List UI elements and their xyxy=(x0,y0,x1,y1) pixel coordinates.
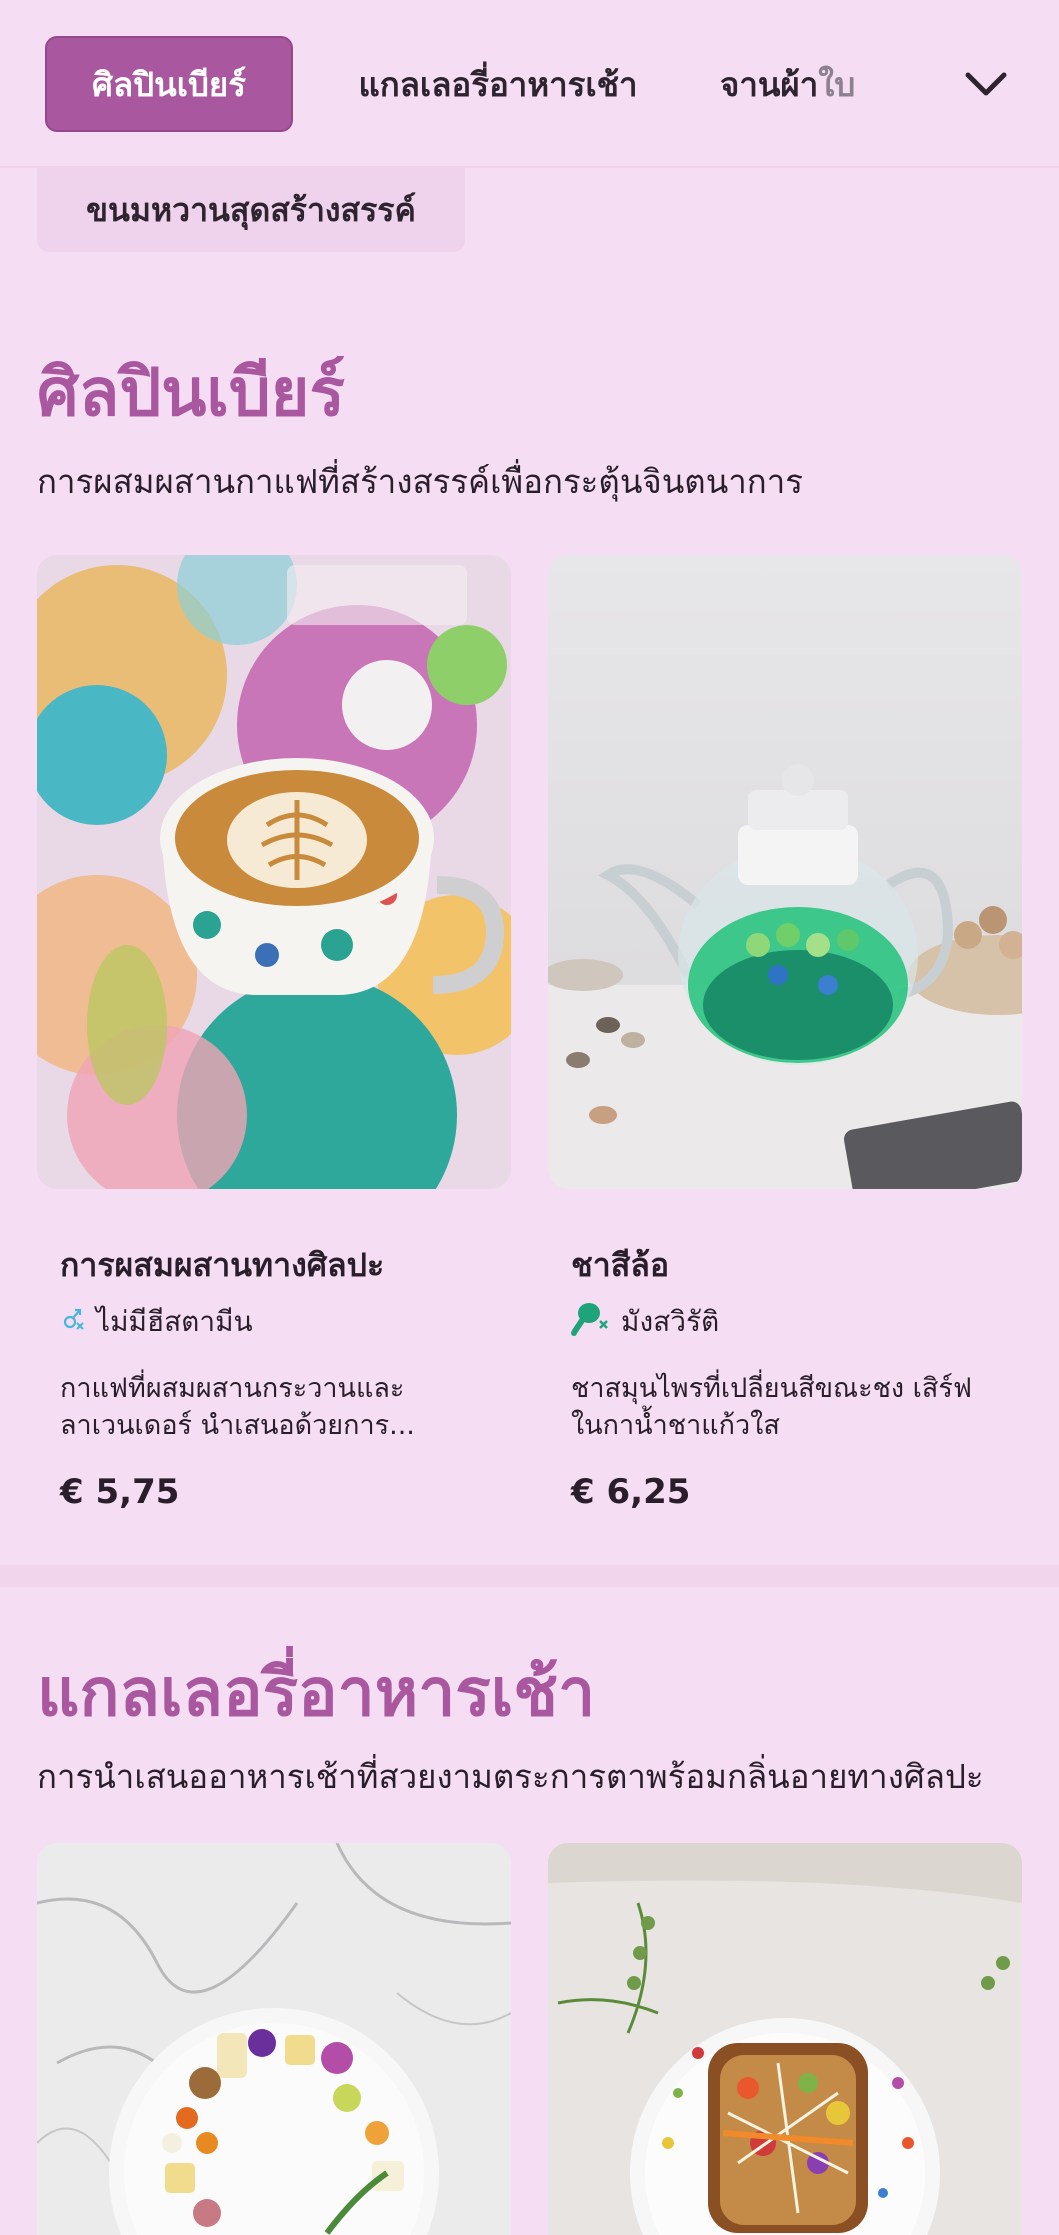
latte-art-image[interactable] xyxy=(37,555,511,1189)
tab-leaf-plates-label: จานผ้า xyxy=(720,64,819,104)
item-title[interactable]: ชาสีล้อ xyxy=(571,1240,669,1291)
tab-artist-beer[interactable]: ศิลปินเบียร์ xyxy=(45,36,293,132)
no-histamine-icon xyxy=(60,1306,86,1339)
breakfast-plate-image[interactable] xyxy=(37,1843,511,2235)
diet-badge: มังสวิรัติ xyxy=(571,1300,719,1344)
art-toast-image[interactable] xyxy=(548,1843,1022,2235)
section-subtitle: การนำเสนออาหารเช้าที่สวยงามตระการตาพร้อม… xyxy=(37,1757,984,1796)
tab-creative-desserts[interactable]: ขนมหวานสุดสร้างสรรค์ xyxy=(37,168,465,252)
item-description: กาแฟที่ผสมผสานกระวานและลาเวนเดอร์ นำเสนอ… xyxy=(60,1373,415,1441)
item-price: € 6,25 xyxy=(571,1472,691,1512)
section-divider xyxy=(0,1565,1059,1587)
diet-label: ไม่มีฮีสตามีน xyxy=(96,1305,253,1338)
vegetarian-drumstick-icon xyxy=(571,1301,611,1344)
glass-teapot-image[interactable] xyxy=(548,555,1022,1189)
section-title: แกลเลอรี่อาหารเช้า xyxy=(37,1654,596,1731)
section-title: ศิลปินเบียร์ xyxy=(37,354,345,431)
chevron-down-icon[interactable] xyxy=(958,60,1014,110)
tab-leaf-plates-label-faded: ใบ xyxy=(818,64,856,104)
item-price: € 5,75 xyxy=(60,1472,180,1512)
diet-badge: ไม่มีฮีสตามีน xyxy=(60,1300,253,1344)
section-subtitle: การผสมผสานกาแฟที่สร้างสรรค์เพื่อกระตุ้นจ… xyxy=(37,462,804,501)
tab-leaf-plates[interactable]: จานผ้า ใบ xyxy=(720,36,890,132)
diet-label: มังสวิรัติ xyxy=(621,1305,720,1338)
item-title[interactable]: การผสมผสานทางศิลปะ xyxy=(60,1240,384,1291)
item-description: ชาสมุนไพรที่เปลี่ยนสีขณะชง เสิร์ฟในกาน้ำ… xyxy=(571,1373,972,1441)
tab-breakfast-gallery[interactable]: แกลเลอรี่อาหารเช้า xyxy=(348,36,648,132)
category-nav: ศิลปินเบียร์ แกลเลอรี่อาหารเช้า จานผ้า ใบ xyxy=(0,0,1059,168)
